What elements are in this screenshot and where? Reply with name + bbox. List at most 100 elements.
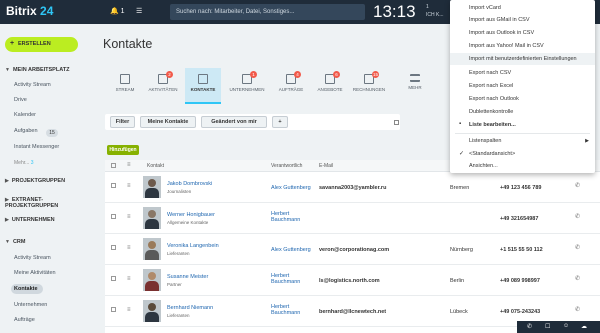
row-checkbox[interactable]	[111, 307, 116, 312]
contact-email[interactable]: savanna2003@yambler.ru	[319, 185, 386, 191]
menu-import-vcard[interactable]: Import vCard	[450, 2, 595, 14]
sidebar-more[interactable]: Mehr... 3	[14, 160, 33, 166]
row-menu-icon[interactable]: ≡	[127, 183, 131, 189]
responsible-name[interactable]: Alex Guttenberg	[271, 185, 311, 191]
contact-email[interactable]: bernhard@llcnewtech.net	[319, 309, 386, 315]
section-my-workplace[interactable]: ▼ MEIN ARBEITSPLATZ	[5, 67, 69, 73]
row-checkbox[interactable]	[111, 245, 116, 250]
section-label: PROJEKTGRUPPEN	[11, 178, 66, 184]
list-icon: ▪	[459, 121, 462, 127]
changed-by-me-button[interactable]: Geändert von mir	[201, 116, 267, 128]
contact-name[interactable]: Bernhard Niemann	[167, 305, 213, 311]
tab-invoices[interactable]: 15 RECHNUNGEN	[351, 68, 387, 104]
menu-import-gmail[interactable]: Import aus GMail in CSV	[450, 14, 595, 26]
contacts-icon[interactable]: ☺	[563, 323, 569, 329]
contact-email[interactable]: ls@logistics.north.com	[319, 278, 380, 284]
responsible-name[interactable]: Herbert Bauchmann	[271, 304, 311, 316]
table-row[interactable]: ≡ Werner Honigbauer Allgemeine Kontakte …	[105, 203, 600, 234]
menu-edit-list[interactable]: ▪ Liste bearbeiten...	[450, 119, 595, 131]
menu-export-csv[interactable]: Export nach CSV	[450, 67, 595, 79]
row-menu-icon[interactable]: ≡	[127, 245, 131, 251]
status-label[interactable]: ICH K...	[426, 12, 444, 18]
menu-export-outlook[interactable]: Export nach Outlook	[450, 93, 595, 105]
phone-icon[interactable]: ✆	[575, 182, 580, 189]
section-extranet-groups[interactable]: ▶ EXTRANET-PROJEKTGRUPPEN	[5, 197, 95, 209]
tab-quotes[interactable]: 6 ANGEBOTE	[312, 68, 348, 104]
sidebar-item-tasks[interactable]: Aufgaben	[14, 128, 38, 134]
responsible-name[interactable]: Alex Guttenberg	[271, 247, 311, 253]
menu-import-custom[interactable]: Import mit benutzerdefinierten Einstellu…	[450, 53, 595, 65]
phone-icon[interactable]: ✆	[527, 323, 532, 330]
phone-icon[interactable]: ✆	[575, 244, 580, 251]
tab-more[interactable]: MEHR	[397, 68, 433, 104]
menu-list-columns[interactable]: Listenspalten ▶	[450, 135, 595, 147]
sidebar-item-drive[interactable]: Drive	[14, 97, 27, 103]
sidebar-item-my-activities[interactable]: Meine Aktivitäten	[14, 270, 56, 276]
row-menu-icon[interactable]: ≡	[127, 214, 131, 220]
filter-button[interactable]: Filter	[110, 116, 135, 128]
tab-label: AKTIVITÄTEN	[148, 87, 178, 92]
table-row[interactable]: ≡ Susanne Meister Partner Herbert Bauchm…	[105, 265, 600, 296]
menu-export-excel[interactable]: Export nach Excel	[450, 80, 595, 92]
sidebar-item-messenger[interactable]: Instant Messenger	[14, 144, 59, 150]
responsible-name[interactable]: Herbert Bauchmann	[271, 211, 311, 223]
column-email[interactable]: E-Mail	[319, 163, 333, 169]
sidebar-item-contacts[interactable]: Kontakte	[11, 284, 43, 294]
row-checkbox[interactable]	[111, 276, 116, 281]
tab-deals[interactable]: 4 AUFTRÄGE	[273, 68, 309, 104]
phone-icon[interactable]: ✆	[575, 306, 580, 313]
phone-icon[interactable]: ✆	[575, 275, 580, 282]
menu-import-outlook[interactable]: Import aus Outlook in CSV	[450, 27, 595, 39]
contact-name[interactable]: Susanne Meister	[167, 274, 208, 280]
contact-name[interactable]: Werner Honigbauer	[167, 212, 215, 218]
table-row[interactable]: ≡ Veronika Langenbein Lieferanten Alex G…	[105, 234, 600, 265]
chat-icon[interactable]: ☐	[545, 323, 550, 330]
menu-views[interactable]: Ansichten...	[450, 160, 595, 172]
tab-contacts[interactable]: KONTAKTE	[185, 68, 221, 104]
contact-phone[interactable]: +49 075-243243	[500, 309, 540, 315]
responsible-name[interactable]: Herbert Bauchmann	[271, 273, 311, 285]
sidebar-item-deals[interactable]: Aufträge	[14, 317, 35, 323]
contact-name[interactable]: Jakob Dombrovski	[167, 181, 212, 187]
contact-name[interactable]: Veronika Langenbein	[167, 243, 219, 249]
contact-phone[interactable]: +49 123 456 789	[500, 185, 541, 191]
row-checkbox[interactable]	[111, 214, 116, 219]
tab-companies[interactable]: 1 UNTERNEHMEN	[229, 68, 265, 104]
cloud-icon[interactable]: ☁	[581, 323, 587, 330]
bell-icon[interactable]: 🔔 1	[110, 7, 125, 15]
sidebar-item-calendar[interactable]: Kalender	[14, 112, 36, 118]
column-responsible[interactable]: Verantwortlich	[271, 163, 302, 169]
menu-duplicate-control[interactable]: Dublettenkontrolle	[450, 106, 595, 118]
avatar	[143, 207, 161, 229]
section-project-groups[interactable]: ▶ PROJEKTGRUPPEN	[5, 178, 65, 184]
search-input[interactable]: Suchen nach: Mitarbeiter, Datei, Sonstig…	[170, 4, 365, 20]
table-row[interactable]: ≡ Jakob Dombrovski Journalisten Alex Gut…	[105, 172, 600, 203]
logo[interactable]: Bitrix 24	[6, 4, 53, 18]
section-company[interactable]: ▶ UNTERNEHMEN	[5, 217, 55, 223]
create-button[interactable]: + ERSTELLEN	[5, 37, 78, 52]
phone-icon[interactable]: ✆	[575, 213, 580, 220]
sidebar-item-activity-stream[interactable]: Activity Stream	[14, 82, 51, 88]
columns-menu-icon[interactable]: ≡	[127, 162, 131, 168]
tab-activities[interactable]: 2 AKTIVITÄTEN	[145, 68, 181, 104]
add-contact-button[interactable]: Hinzufügen	[107, 145, 139, 155]
row-checkbox[interactable]	[111, 183, 116, 188]
section-crm[interactable]: ▼ CRM	[5, 239, 25, 245]
tab-stream[interactable]: STREAM	[107, 68, 143, 104]
menu-standard-view[interactable]: ✓ <Standardansicht>	[450, 148, 595, 160]
column-contact[interactable]: Kontakt	[147, 163, 164, 169]
add-filter-button[interactable]: +	[272, 116, 288, 128]
sidebar-item-companies[interactable]: Unternehmen	[14, 302, 47, 308]
contact-phone[interactable]: +49 089 998997	[500, 278, 540, 284]
contact-phone[interactable]: +49 321654987	[500, 216, 538, 222]
row-menu-icon[interactable]: ≡	[127, 276, 131, 282]
grid-icon[interactable]: ☰	[136, 7, 142, 15]
menu-import-yahoo[interactable]: Import aus Yahoo! Mail in CSV	[450, 40, 595, 52]
row-menu-icon[interactable]: ≡	[127, 307, 131, 313]
filter-toggle-checkbox[interactable]	[394, 120, 399, 125]
my-contacts-button[interactable]: Meine Kontakte	[140, 116, 196, 128]
sidebar-item-crm-activity-stream[interactable]: Activity Stream	[14, 255, 51, 261]
contact-email[interactable]: veron@corporationag.com	[319, 247, 389, 253]
contact-phone[interactable]: +1 515 55 50 112	[500, 247, 543, 253]
select-all-checkbox[interactable]	[111, 163, 116, 168]
